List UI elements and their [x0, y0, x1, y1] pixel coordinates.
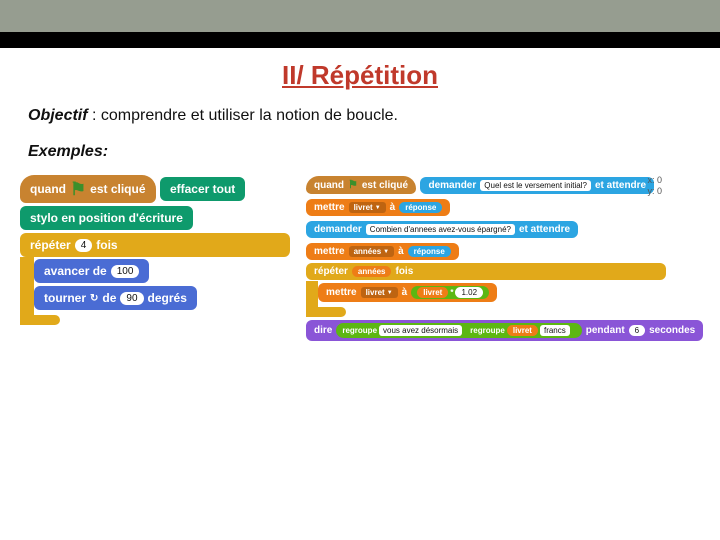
scratch-script-left: quand ⚑ est cliqué effacer tout stylo en…	[20, 175, 290, 328]
repeat-count[interactable]: 4	[75, 239, 93, 252]
objectif-body: : comprendre et utiliser la notion de bo…	[88, 107, 398, 124]
block-set-annees[interactable]: mettre années▼ à réponse	[306, 243, 459, 260]
answer-reporter-2[interactable]: réponse	[408, 246, 451, 257]
block-repeat-r[interactable]: répéter années fois mettre livret▼ à liv…	[306, 263, 666, 317]
ask1-text[interactable]: Quel est le versement initial?	[480, 180, 591, 191]
flag-icon: ⚑	[70, 180, 86, 198]
say-seconds[interactable]: 6	[629, 325, 645, 336]
block-turn[interactable]: tourner ↻ de 90 degrés	[34, 286, 197, 310]
set2-var[interactable]: années▼	[349, 246, 395, 257]
block-pen-down[interactable]: stylo en position d'écriture	[20, 206, 193, 230]
block-when-flag-r[interactable]: quand ⚑ est cliqué	[306, 176, 416, 194]
header-bar-olive	[0, 0, 720, 32]
block-ask-1[interactable]: demander Quel est le versement initial? …	[420, 177, 654, 194]
block-when-flag[interactable]: quand ⚑ est cliqué	[20, 175, 156, 203]
join-inner[interactable]: regroupe livret francs	[464, 324, 576, 337]
block-set-livret-mul[interactable]: mettre livret▼ à livret * 1.02	[318, 283, 497, 302]
block-say[interactable]: dire regroupe vous avez désormais regrou…	[306, 320, 703, 341]
stage-coords: x: 0 y: 0	[647, 175, 662, 197]
scratch-script-right: x: 0 y: 0 quand ⚑ est cliqué demander Qu…	[306, 175, 666, 344]
block-erase-all[interactable]: effacer tout	[160, 177, 245, 201]
page-title: II/ Répétition	[0, 60, 720, 91]
header-bar-black	[0, 32, 720, 48]
multiply-op[interactable]: livret * 1.02	[411, 286, 489, 299]
block-set-livret[interactable]: mettre livret▼ à réponse	[306, 199, 450, 216]
examples-row: quand ⚑ est cliqué effacer tout stylo en…	[0, 175, 720, 344]
objectif-label: Objectif	[28, 107, 88, 124]
block-move[interactable]: avancer de 100	[34, 259, 149, 283]
set1-var[interactable]: livret▼	[349, 202, 386, 213]
ask2-text[interactable]: Combien d'annees avez-vous épargné?	[366, 224, 515, 235]
block-repeat[interactable]: répéter 4 fois avancer de 100 tourner ↻ …	[20, 233, 290, 325]
join-outer[interactable]: regroupe vous avez désormais regroupe li…	[336, 323, 581, 338]
body-text: Objectif : comprendre et utiliser la not…	[0, 107, 720, 161]
block-ask-2[interactable]: demander Combien d'annees avez-vous épar…	[306, 221, 578, 238]
turn-degrees[interactable]: 90	[120, 292, 143, 305]
exemples-label: Exemples:	[28, 143, 692, 161]
flag-icon: ⚑	[348, 180, 358, 191]
turn-icon: ↻	[90, 293, 98, 304]
set3-var[interactable]: livret▼	[361, 287, 398, 298]
answer-reporter[interactable]: réponse	[399, 202, 442, 213]
repeat-var[interactable]: années	[352, 266, 392, 277]
move-steps[interactable]: 100	[111, 265, 140, 278]
